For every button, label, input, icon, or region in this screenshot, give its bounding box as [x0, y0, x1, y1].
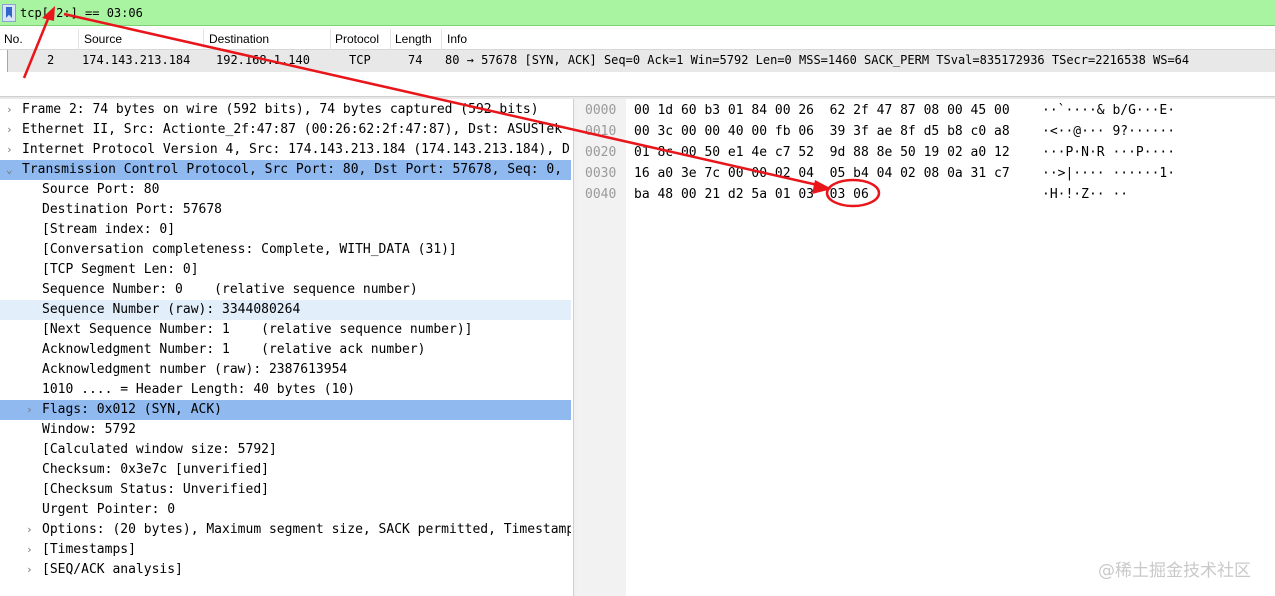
tree-row[interactable]: › [SEQ/ACK analysis] — [0, 560, 571, 580]
hex-bytes[interactable]: ba 48 00 21 d2 5a 01 03 03 06 — [634, 184, 869, 205]
tree-row[interactable]: [Checksum Status: Unverified] — [0, 480, 571, 500]
packet-info: 80 → 57678 [SYN, ACK] Seq=0 Ack=1 Win=57… — [445, 53, 1190, 67]
hex-bytes[interactable]: 16 a0 3e 7c 00 00 02 04 05 b4 04 02 08 0… — [634, 163, 1010, 184]
tree-row-label: [Next Sequence Number: 1 (relative seque… — [42, 322, 473, 337]
hex-bytes[interactable]: 00 1d 60 b3 01 84 00 26 62 2f 47 87 08 0… — [634, 100, 1010, 121]
tree-row-label: 1010 .... = Header Length: 40 bytes (10) — [42, 382, 356, 397]
column-separator — [330, 29, 331, 50]
tree-row[interactable]: › Options: (20 bytes), Maximum segment si… — [0, 520, 571, 540]
chevron-right-icon[interactable]: › — [6, 140, 18, 160]
tree-row-label: [SEQ/ACK analysis] — [42, 562, 183, 577]
hex-ascii[interactable]: ··`····& b/G···E· — [1042, 100, 1175, 121]
tree-row-label: Sequence Number: 0 (relative sequence nu… — [42, 282, 418, 297]
column-header-destination[interactable]: Destination — [209, 32, 269, 46]
tree-row-label: Acknowledgment Number: 1 (relative ack n… — [42, 342, 426, 357]
column-header-no[interactable]: No. — [4, 32, 23, 46]
tree-row[interactable]: [Calculated window size: 5792] — [0, 440, 571, 460]
hex-offset[interactable]: 0010 — [585, 121, 616, 142]
column-header-protocol[interactable]: Protocol — [335, 32, 379, 46]
tree-row[interactable]: › Frame 2: 74 bytes on wire (592 bits), 7… — [0, 100, 571, 120]
packet-no: 2 — [47, 53, 55, 67]
hex-offset[interactable]: 0030 — [585, 163, 616, 184]
column-header-source[interactable]: Source — [84, 32, 122, 46]
packet-length: 74 — [408, 53, 423, 67]
tree-row-label: Window: 5792 — [42, 422, 136, 437]
tree-row[interactable]: ⌄ Transmission Control Protocol, Src Port… — [0, 160, 571, 180]
tree-row-label: [TCP Segment Len: 0] — [42, 262, 199, 277]
chevron-right-icon[interactable]: › — [6, 100, 18, 120]
chevron-right-icon[interactable]: › — [26, 540, 38, 560]
column-header-length[interactable]: Length — [395, 32, 432, 46]
hex-bytes[interactable]: 00 3c 00 00 40 00 fb 06 39 3f ae 8f d5 b… — [634, 121, 1010, 142]
tree-row-label: Frame 2: 74 bytes on wire (592 bits), 74… — [22, 102, 539, 117]
column-separator — [78, 29, 79, 50]
tree-row-label: [Stream index: 0] — [42, 222, 176, 237]
watermark-text: @稀土掘金技术社区 — [1098, 561, 1251, 581]
tree-row-label: Options: (20 bytes), Maximum segment siz… — [42, 522, 571, 537]
tree-row[interactable]: Sequence Number: 0 (relative sequence nu… — [0, 280, 571, 300]
tree-row-label: Acknowledgment number (raw): 2387613954 — [42, 362, 348, 377]
hex-ascii[interactable]: ·H·!·Z·· ·· — [1042, 184, 1128, 205]
tree-row-label: Urgent Pointer: 0 — [42, 502, 176, 517]
tree-row[interactable]: Checksum: 0x3e7c [unverified] — [0, 460, 571, 480]
tree-row[interactable]: › [Timestamps] — [0, 540, 571, 560]
packet-source: 174.143.213.184 — [82, 53, 191, 67]
column-header-info[interactable]: Info — [447, 32, 467, 46]
tree-row[interactable]: 1010 .... = Header Length: 40 bytes (10) — [0, 380, 571, 400]
chevron-right-icon[interactable]: › — [26, 520, 38, 540]
tree-row-label: [Checksum Status: Unverified] — [42, 482, 269, 497]
tree-row-label: Source Port: 80 — [42, 182, 160, 197]
chevron-right-icon[interactable]: › — [26, 400, 38, 420]
tree-row[interactable]: [Stream index: 0] — [0, 220, 571, 240]
tree-row[interactable]: [Next Sequence Number: 1 (relative seque… — [0, 320, 571, 340]
chevron-right-icon[interactable]: › — [6, 120, 18, 140]
tree-row-label: Sequence Number (raw): 3344080264 — [42, 302, 301, 317]
tree-row[interactable]: Sequence Number (raw): 3344080264 — [0, 300, 571, 320]
tree-row-label: Destination Port: 57678 — [42, 202, 223, 217]
hex-offset[interactable]: 0000 — [585, 100, 616, 121]
tree-row-label: Internet Protocol Version 4, Src: 174.14… — [22, 142, 570, 157]
hex-ascii[interactable]: ···P·N·R ···P···· — [1042, 142, 1175, 163]
tree-row[interactable]: Destination Port: 57678 — [0, 200, 571, 220]
row-marker — [0, 50, 8, 72]
column-separator — [441, 29, 442, 50]
tree-row[interactable]: Window: 5792 — [0, 420, 571, 440]
hex-bytes[interactable]: 01 8c 00 50 e1 4e c7 52 9d 88 8e 50 19 0… — [634, 142, 1010, 163]
hex-ascii[interactable]: ··>|···· ······1· — [1042, 163, 1175, 184]
bookmark-icon[interactable] — [2, 4, 16, 22]
tree-row[interactable]: [Conversation completeness: Complete, WI… — [0, 240, 571, 260]
chevron-down-icon[interactable]: ⌄ — [6, 160, 18, 180]
tree-row-label: Flags: 0x012 (SYN, ACK) — [42, 402, 223, 417]
packet-row[interactable]: 2 174.143.213.184 192.168.1.140 TCP 74 8… — [8, 50, 1275, 72]
packet-list-header: No. Source Destination Protocol Length I… — [0, 29, 1275, 50]
hex-offset[interactable]: 0020 — [585, 142, 616, 163]
display-filter-bar: tcp[-2:] == 03:06 — [0, 0, 1275, 26]
tree-row-label: [Timestamps] — [42, 542, 136, 557]
column-separator — [390, 29, 391, 50]
tree-row[interactable]: › Internet Protocol Version 4, Src: 174.1… — [0, 140, 571, 160]
tree-row-label: Checksum: 0x3e7c [unverified] — [42, 462, 269, 477]
tree-row[interactable]: › Flags: 0x012 (SYN, ACK) — [0, 400, 571, 420]
tree-row[interactable]: [TCP Segment Len: 0] — [0, 260, 571, 280]
tree-row[interactable]: Source Port: 80 — [0, 180, 571, 200]
tree-row-label: [Conversation completeness: Complete, WI… — [42, 242, 457, 257]
packet-protocol: TCP — [349, 53, 371, 67]
column-separator — [203, 29, 204, 50]
chevron-right-icon[interactable]: › — [26, 560, 38, 580]
tree-row[interactable]: Acknowledgment Number: 1 (relative ack n… — [0, 340, 571, 360]
packet-bytes-pane: 0000 00 1d 60 b3 01 84 00 26 62 2f 47 87 … — [577, 99, 1275, 596]
hex-ascii[interactable]: ·<··@··· 9?······ — [1042, 121, 1175, 142]
tree-row[interactable]: Urgent Pointer: 0 — [0, 500, 571, 520]
display-filter-input[interactable]: tcp[-2:] == 03:06 — [20, 3, 143, 23]
hex-offset[interactable]: 0040 — [585, 184, 616, 205]
packet-details-tree: › Frame 2: 74 bytes on wire (592 bits), 7… — [0, 100, 571, 596]
tree-row-label: Ethernet II, Src: Actionte_2f:47:87 (00:… — [22, 122, 563, 137]
packet-destination: 192.168.1.140 — [216, 53, 310, 67]
tree-row-label: Transmission Control Protocol, Src Port:… — [22, 162, 563, 177]
tree-row-label: [Calculated window size: 5792] — [42, 442, 277, 457]
tree-row[interactable]: › Ethernet II, Src: Actionte_2f:47:87 (00… — [0, 120, 571, 140]
tree-row[interactable]: Acknowledgment number (raw): 2387613954 — [0, 360, 571, 380]
